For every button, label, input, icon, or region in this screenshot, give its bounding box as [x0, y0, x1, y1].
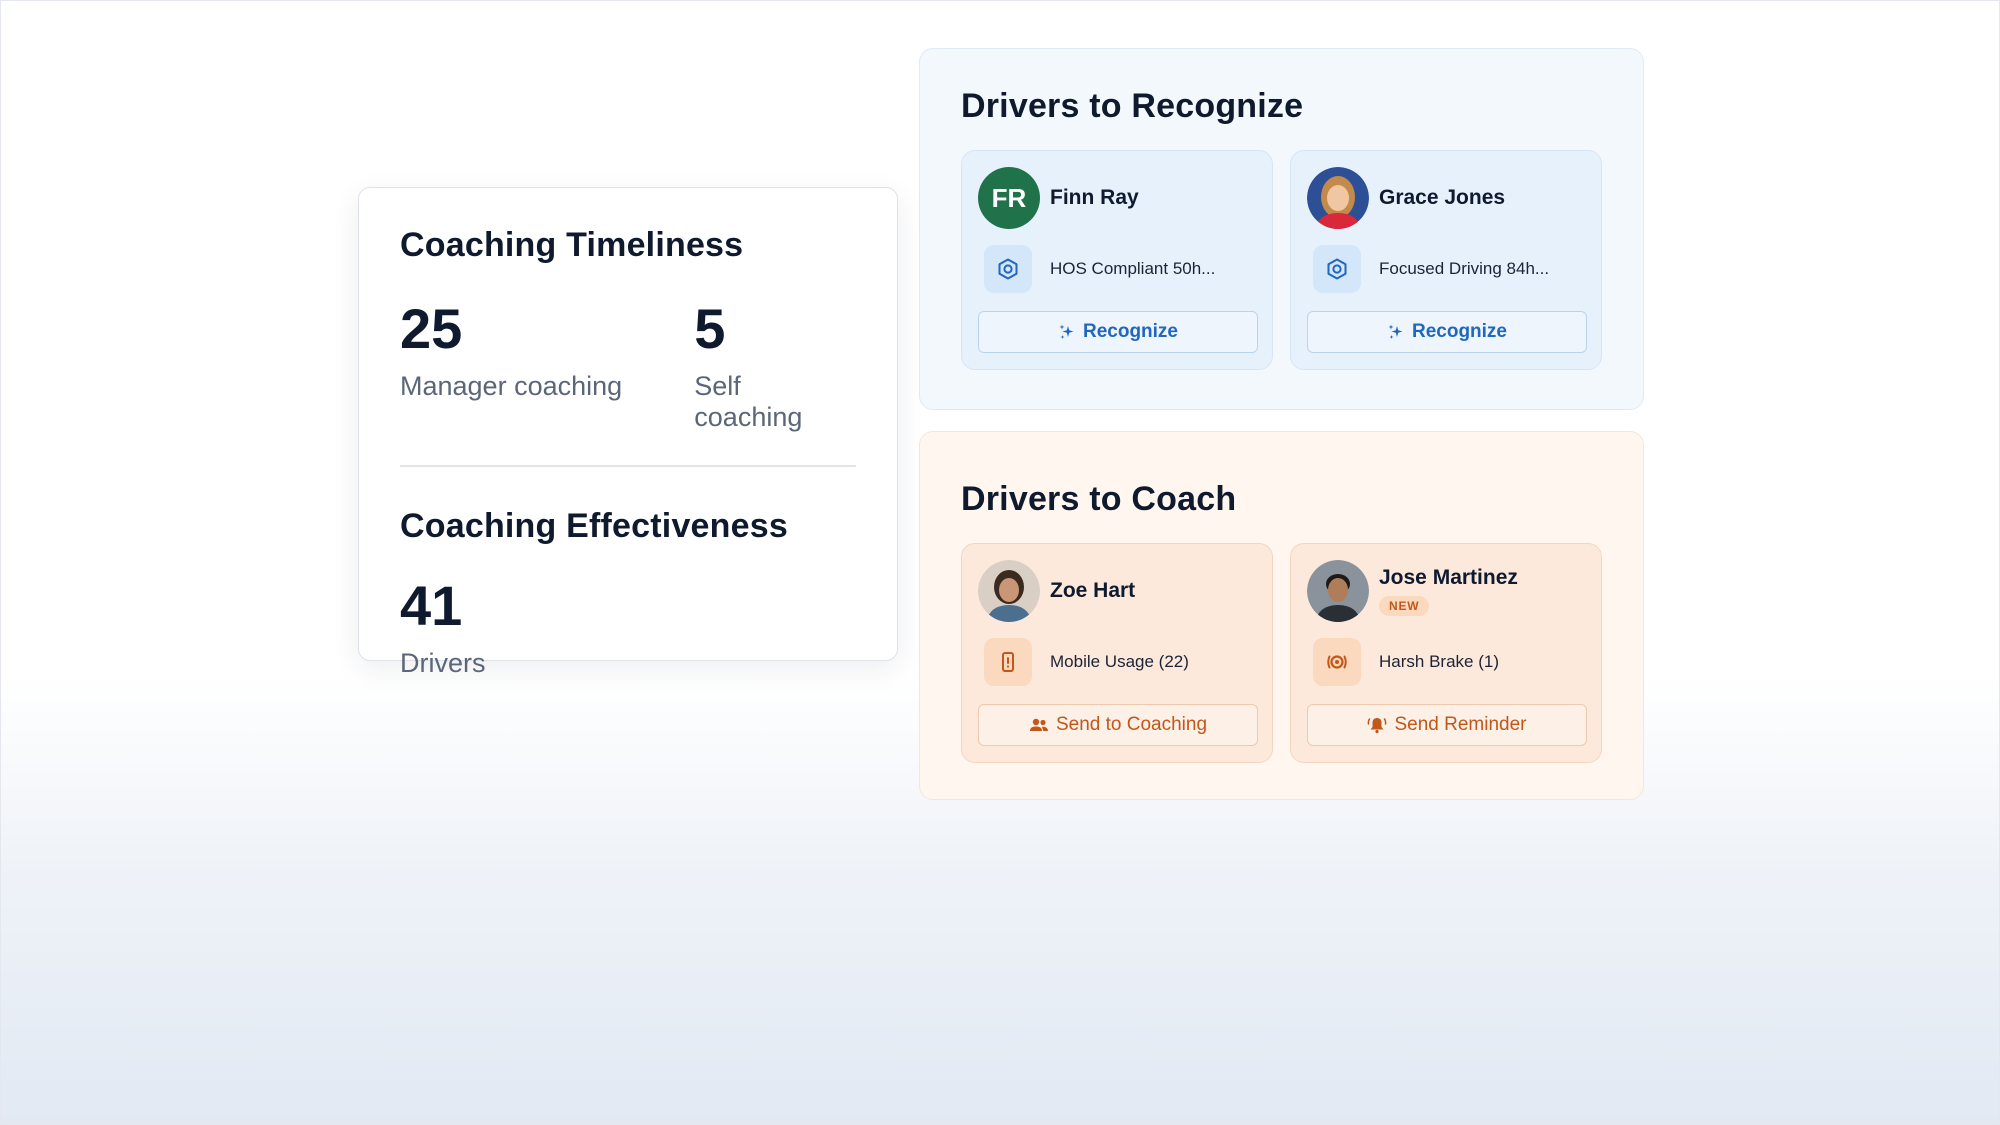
driver-name: Finn Ray: [1050, 186, 1139, 209]
bell-alert-icon: [1367, 716, 1387, 734]
driver-card-grace-jones: Grace Jones Focused Driving 84h... Recog…: [1290, 150, 1602, 370]
driver-metric: Focused Driving 84h...: [1307, 245, 1585, 293]
timeliness-stats: 25 Manager coaching 5 Self coaching: [400, 301, 856, 433]
shield-check-icon: [1313, 245, 1361, 293]
self-coaching-value: 5: [694, 297, 726, 360]
effectiveness-stats: 41 Drivers: [400, 578, 856, 679]
metric-text: Harsh Brake (1): [1379, 652, 1499, 671]
driver-header: Grace Jones: [1307, 167, 1585, 229]
drivers-to-recognize-panel: Drivers to Recognize FR Finn Ray HOS Com…: [919, 48, 1644, 410]
avatar: [1307, 167, 1369, 229]
send-reminder-label: Send Reminder: [1394, 714, 1527, 735]
driver-name: Grace Jones: [1379, 186, 1506, 209]
stats-divider: [400, 465, 856, 467]
driver-metric: Harsh Brake (1): [1307, 638, 1585, 686]
avatar: [1307, 560, 1369, 622]
self-coaching-stat: 5 Self coaching: [694, 301, 856, 433]
sparkle-icon: [1387, 323, 1405, 341]
driver-name: Jose Martinez: [1379, 566, 1518, 589]
avatar: [978, 560, 1040, 622]
coach-cards: Zoe Hart Mobile Usage (22) Send to Coach…: [961, 543, 1602, 763]
manager-coaching-stat: 25 Manager coaching: [400, 301, 694, 433]
sparkle-icon: [1058, 323, 1076, 341]
recognize-cards: FR Finn Ray HOS Compliant 50h... Recogni…: [961, 150, 1602, 370]
driver-card-jose-martinez: Jose Martinez NEW Harsh Brake (1) Send R…: [1290, 543, 1602, 763]
drivers-label: Drivers: [400, 648, 486, 678]
driver-metric: HOS Compliant 50h...: [978, 245, 1256, 293]
coaching-stats-card: Coaching Timeliness 25 Manager coaching …: [358, 187, 898, 678]
mobile-alert-icon: [984, 638, 1032, 686]
driver-metric: Mobile Usage (22): [978, 638, 1256, 686]
recognize-button[interactable]: Recognize: [978, 311, 1258, 353]
recognize-button-label: Recognize: [1082, 321, 1179, 342]
coaching-timeliness-title: Coaching Timeliness: [400, 226, 744, 264]
metric-text: Focused Driving 84h...: [1379, 259, 1550, 278]
driver-name: Zoe Hart: [1050, 579, 1136, 602]
manager-coaching-label: Manager coaching: [400, 371, 623, 401]
harsh-brake-icon: [1313, 638, 1361, 686]
recognize-button[interactable]: Recognize: [1307, 311, 1587, 353]
self-coaching-label: Self coaching: [694, 371, 803, 432]
shield-check-icon: [984, 245, 1032, 293]
drivers-stat: 41 Drivers: [400, 578, 486, 679]
drivers-to-coach-panel: Drivers to Coach Zoe Hart Mobile Usage (…: [919, 431, 1644, 800]
drivers-value: 41: [400, 574, 463, 637]
send-to-coaching-button[interactable]: Send to Coaching: [978, 704, 1258, 746]
people-icon: [1029, 716, 1049, 734]
new-badge: NEW: [1379, 596, 1430, 616]
avatar: FR: [978, 167, 1040, 229]
recognize-button-label: Recognize: [1411, 321, 1508, 342]
driver-header: Jose Martinez NEW: [1307, 560, 1585, 622]
send-reminder-button[interactable]: Send Reminder: [1307, 704, 1587, 746]
driver-header: FR Finn Ray: [978, 167, 1256, 229]
manager-coaching-value: 25: [400, 297, 463, 360]
send-to-coaching-label: Send to Coaching: [1055, 714, 1208, 735]
metric-text: HOS Compliant 50h...: [1050, 259, 1216, 278]
driver-card-finn-ray: FR Finn Ray HOS Compliant 50h... Recogni…: [961, 150, 1273, 370]
driver-name-wrap: Jose Martinez NEW: [1379, 566, 1518, 616]
recognize-panel-title: Drivers to Recognize: [961, 87, 1304, 125]
driver-header: Zoe Hart: [978, 560, 1256, 622]
driver-card-zoe-hart: Zoe Hart Mobile Usage (22) Send to Coach…: [961, 543, 1273, 763]
metric-text: Mobile Usage (22): [1050, 652, 1189, 671]
coach-panel-title: Drivers to Coach: [961, 480, 1237, 518]
coaching-effectiveness-title: Coaching Effectiveness: [400, 507, 788, 545]
